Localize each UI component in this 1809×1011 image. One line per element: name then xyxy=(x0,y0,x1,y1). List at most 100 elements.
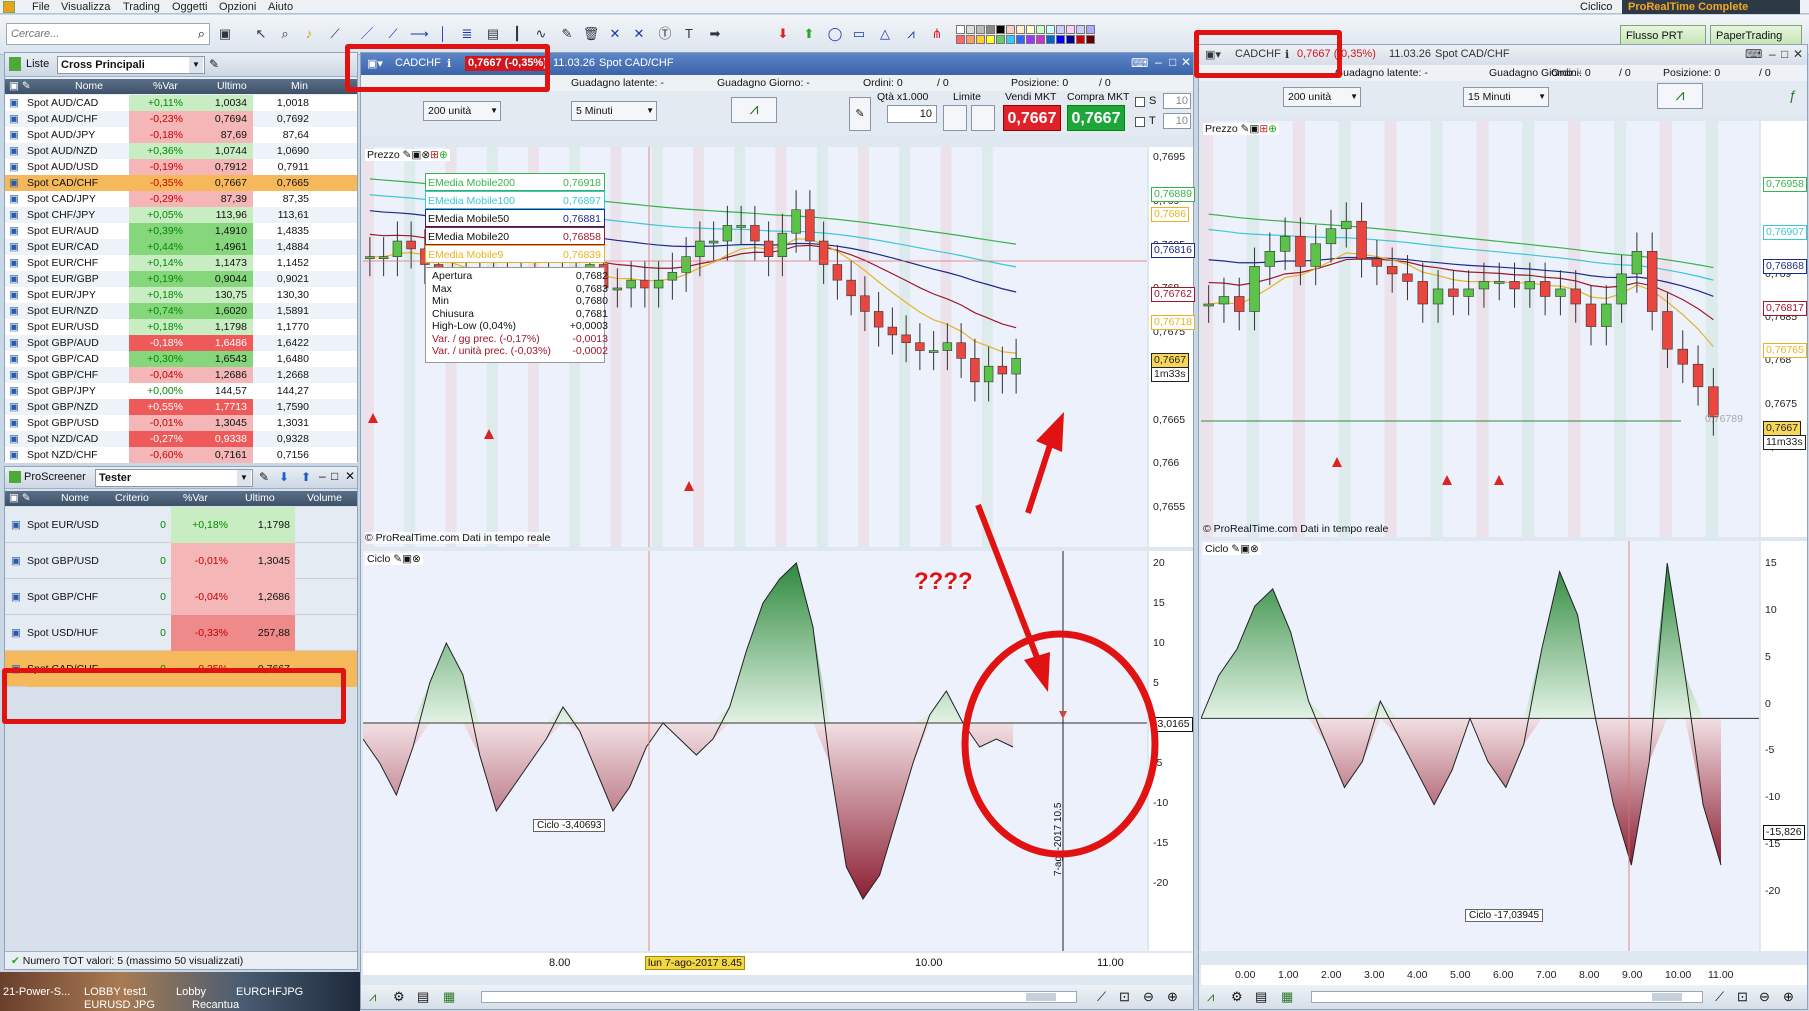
menu-file[interactable]: File xyxy=(32,0,50,14)
list-row[interactable]: ▣ Spot CHF/JPY +0,05% 113,96 113,61 xyxy=(5,207,357,223)
taskbar-item[interactable]: LOBBY test1 xyxy=(84,986,147,998)
taskbar-item[interactable]: Lobby xyxy=(176,986,206,998)
search-input[interactable] xyxy=(7,24,187,44)
zoom-icon[interactable]: ⌕ xyxy=(276,25,294,43)
screener-row[interactable]: ▣ Spot USD/HUF 0 -0,33% 257,88 xyxy=(5,615,357,651)
wave-tool-icon[interactable]: ∿ xyxy=(532,25,550,43)
chart-icon[interactable]: ▣ xyxy=(9,335,19,351)
list-row[interactable]: ▣ Spot GBP/JPY +0,00% 144,57 144,27 xyxy=(5,383,357,399)
up-icon[interactable]: ⬆ xyxy=(301,470,311,484)
chart-icon[interactable]: ▣ xyxy=(11,517,21,533)
minimize-icon[interactable]: – xyxy=(1769,47,1776,61)
vline-tool-icon[interactable]: │ xyxy=(434,25,452,43)
chart-icon[interactable]: ▣ xyxy=(9,207,19,223)
list-row[interactable]: ▣ Spot CAD/JPY -0,29% 87,39 87,35 xyxy=(5,191,357,207)
limit-buy-button[interactable] xyxy=(943,105,967,131)
close-icon[interactable]: ⊗ xyxy=(421,149,430,161)
arrow-down-icon[interactable]: ⬇ xyxy=(774,25,792,43)
chart-icon[interactable]: ▣ xyxy=(9,239,19,255)
close-icon[interactable]: ✕ xyxy=(345,469,355,483)
units-select[interactable]: 200 unità ▼ xyxy=(1283,87,1361,107)
zoom-in-icon[interactable]: ⊕ xyxy=(1783,989,1794,1005)
maximize-icon[interactable]: □ xyxy=(1781,47,1788,61)
window-icon[interactable]: ▣ xyxy=(402,553,412,565)
list-row[interactable]: ▣ Spot GBP/NZD +0,55% 1,7713 1,7590 xyxy=(5,399,357,415)
chart-icon[interactable]: ▣ xyxy=(9,127,19,143)
chevron-down-icon[interactable]: ▼ xyxy=(490,102,498,120)
cursor-icon[interactable]: ↖ xyxy=(252,25,270,43)
hline-tool-icon[interactable]: ⟶ xyxy=(410,25,429,43)
units-select[interactable]: 200 unità ▼ xyxy=(423,101,501,121)
list-row[interactable]: ▣ Spot GBP/AUD -0,18% 1,6486 1,6422 xyxy=(5,335,357,351)
list-row[interactable]: ▣ Spot GBP/USD -0,01% 1,3045 1,3031 xyxy=(5,415,357,431)
col-volume[interactable]: Volume xyxy=(307,491,342,506)
chart2-price-pane[interactable]: Prezzo ✎▣⊞⊕ 0,76789 © ProRealTime.com Da… xyxy=(1201,121,1759,537)
chart-icon[interactable]: ▣ xyxy=(9,303,19,319)
ruler-icon[interactable]: ⟋ xyxy=(1715,989,1724,1005)
limit-sell-button[interactable] xyxy=(971,105,995,131)
col-ultimo[interactable]: Ultimo xyxy=(217,79,247,94)
list-row[interactable]: ▣ Spot CAD/CHF -0,35% 0,7667 0,7665 xyxy=(5,175,357,191)
list-row[interactable]: ▣ Spot NZD/CHF -0,60% 0,7161 0,7156 xyxy=(5,447,357,463)
chart2-cycle-svg[interactable] xyxy=(1200,541,1759,951)
ruler-icon[interactable]: ⟋ xyxy=(1097,989,1106,1005)
chart-icon[interactable]: ▣ xyxy=(9,383,19,399)
chart-icon[interactable]: ▣ xyxy=(9,271,19,287)
close-icon[interactable]: ⊗ xyxy=(1250,543,1259,555)
lists-select[interactable]: Cross Principali ▼ xyxy=(57,56,205,74)
down-icon[interactable]: ⬇ xyxy=(279,470,289,484)
taskbar-item[interactable]: EURUSD JPG xyxy=(84,999,155,1011)
chart-icon[interactable]: ▣ xyxy=(9,415,19,431)
list-row[interactable]: ▣ Spot EUR/AUD +0,39% 1,4910 1,4835 xyxy=(5,223,357,239)
zoom-out-icon[interactable]: ⊖ xyxy=(1143,989,1154,1005)
close-icon[interactable]: ⊗ xyxy=(412,553,421,565)
keyboard-icon[interactable]: ⌨ xyxy=(1131,56,1148,70)
list-row[interactable]: ▣ Spot AUD/CAD +0,11% 1,0034 1,0018 xyxy=(5,95,357,111)
text-tool-icon[interactable]: T xyxy=(680,25,698,43)
list-row[interactable]: ▣ Spot GBP/CHF -0,04% 1,2686 1,2668 xyxy=(5,367,357,383)
menu-oggetti[interactable]: Oggetti xyxy=(172,0,207,14)
gann-tool-icon[interactable]: ┃ xyxy=(508,25,526,43)
screen-icon[interactable]: ▣ xyxy=(216,25,234,43)
ema-legend-row[interactable]: EMedia Mobile9 0,76839 xyxy=(425,245,605,263)
col-min[interactable]: Min xyxy=(291,79,308,94)
chart-icon[interactable]: ▣ xyxy=(9,431,19,447)
zoom-fit-icon[interactable]: ⊡ xyxy=(1737,989,1748,1005)
alert-bell-icon[interactable]: ♪ xyxy=(300,25,318,43)
ema-legend-row[interactable]: EMedia Mobile50 0,76881 xyxy=(425,209,605,227)
taskbar-item[interactable]: EURCHFJPG xyxy=(236,986,303,998)
zoom-out-icon[interactable]: ⊖ xyxy=(1759,989,1770,1005)
channel-tool-icon[interactable]: ≣ xyxy=(458,25,476,43)
arrow-up-icon[interactable]: ⬆ xyxy=(800,25,818,43)
list-row[interactable]: ▣ Spot AUD/USD -0,19% 0,7912 0,7911 xyxy=(5,159,357,175)
chart-icon[interactable]: ⩘ xyxy=(369,989,376,1005)
chart1-price-pane[interactable]: Prezzo ✎▣⊗⊞⊕ EMedia Mobile200 0,76918 EMed… xyxy=(363,147,1147,547)
indicator-icon[interactable]: ⚙ xyxy=(1231,989,1243,1005)
chart-icon[interactable]: ▣ xyxy=(9,191,19,207)
grid-icon[interactable]: ▦ xyxy=(1281,989,1293,1005)
list-row[interactable]: ▣ Spot GBP/CAD +0,30% 1,6543 1,6480 xyxy=(5,351,357,367)
strategy-icon[interactable]: ƒ xyxy=(1789,87,1797,103)
chart-icon[interactable]: ▣ xyxy=(9,351,19,367)
chart2-scrollbar[interactable] xyxy=(1311,991,1703,1003)
menu-trading[interactable]: Trading xyxy=(123,0,160,14)
list-row[interactable]: ▣ Spot AUD/JPY -0,18% 87,69 87,64 xyxy=(5,127,357,143)
ema-legend-row[interactable]: EMedia Mobile100 0,76897 xyxy=(425,191,605,209)
list-row[interactable]: ▣ Spot AUD/CHF -0,23% 0,7694 0,7692 xyxy=(5,111,357,127)
layout-icon[interactable]: ▤ xyxy=(417,989,429,1005)
search-icon[interactable]: ⌕ xyxy=(198,26,205,42)
triangle-tool-icon[interactable]: △ xyxy=(876,25,894,43)
wrench-icon[interactable]: ✎ xyxy=(209,57,219,71)
chevron-down-icon[interactable]: ▼ xyxy=(1538,88,1546,106)
chart-type-button[interactable]: ⩘ xyxy=(1657,83,1703,109)
menu-aiuto[interactable]: Aiuto xyxy=(268,0,293,14)
color-palette[interactable] xyxy=(956,25,1108,47)
list-row[interactable]: ▣ Spot AUD/NZD +0,36% 1,0744 1,0690 xyxy=(5,143,357,159)
list-row[interactable]: ▣ Spot EUR/CHF +0,14% 1,1473 1,1452 xyxy=(5,255,357,271)
stop-input[interactable]: 10 xyxy=(1163,93,1191,109)
chart-icon[interactable]: ▣ xyxy=(11,589,21,605)
crossline-tool-icon[interactable]: ✕ xyxy=(630,25,648,43)
close-icon[interactable]: ✕ xyxy=(1793,47,1803,61)
chart-icon[interactable]: ▣ xyxy=(9,159,19,175)
line-tool-icon[interactable]: ／ xyxy=(358,25,376,43)
